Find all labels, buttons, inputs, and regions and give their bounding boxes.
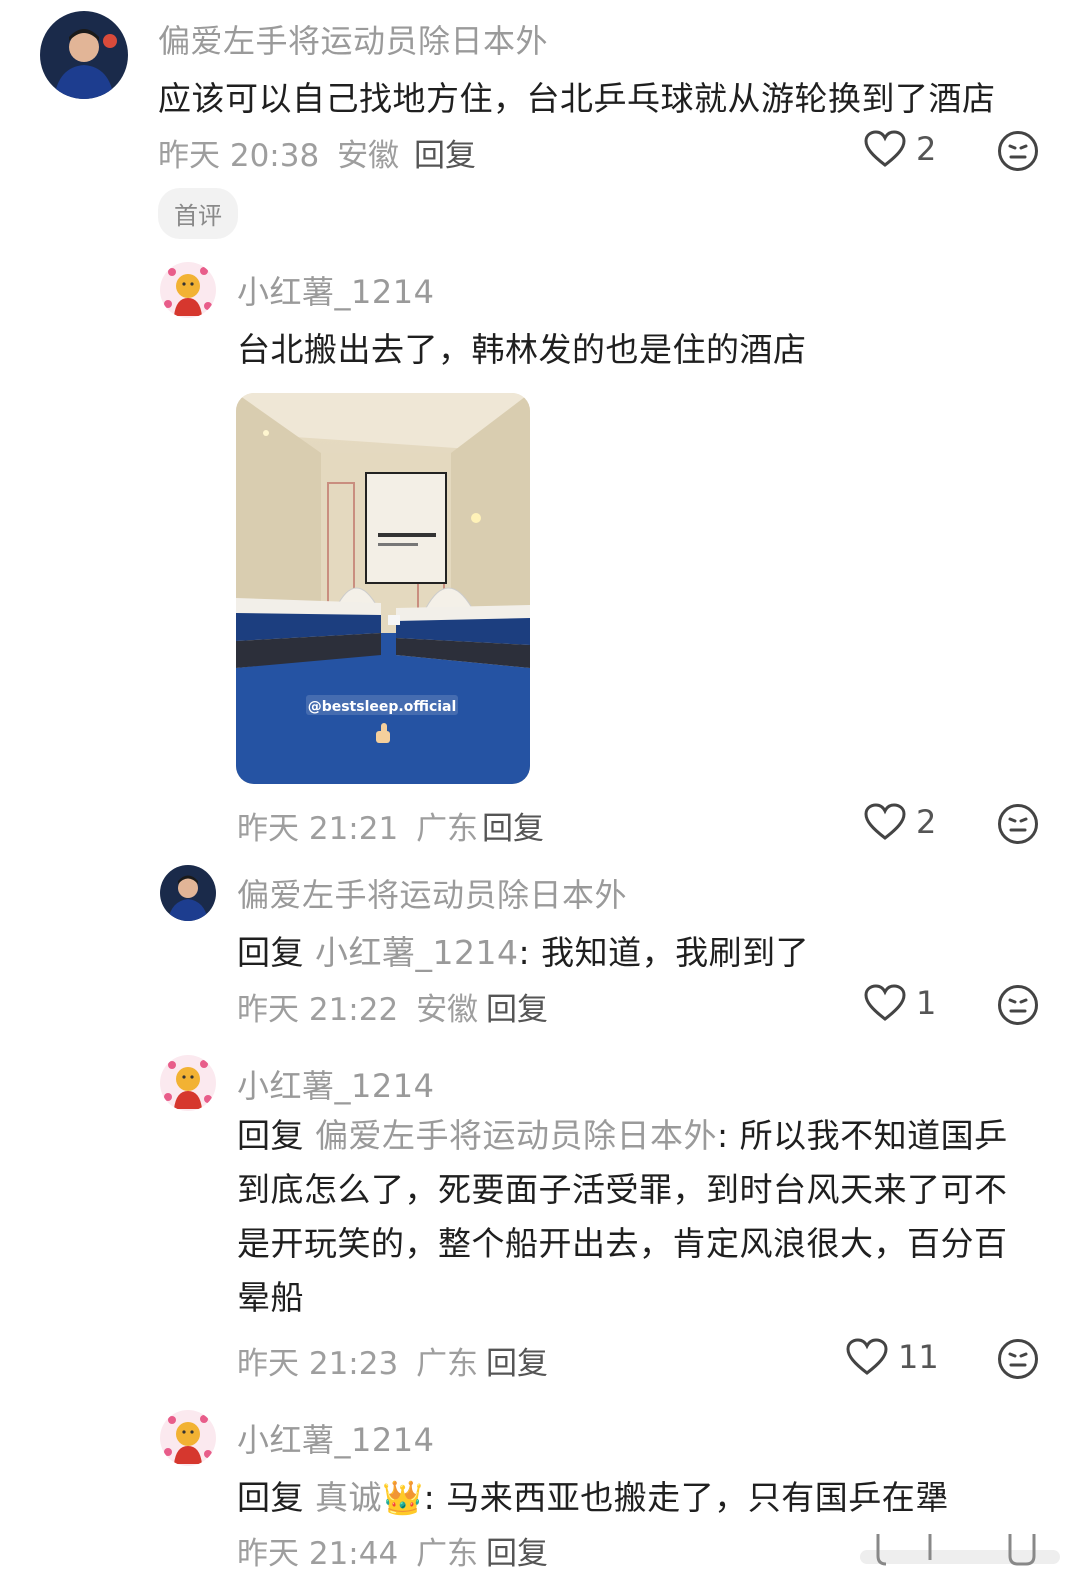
comment-location: 安徽 — [337, 138, 400, 174]
username[interactable]: 小红薯_1214 — [237, 1061, 434, 1107]
heart-outline-icon — [864, 984, 906, 1021]
comment-time: 昨天 21:22 — [237, 992, 399, 1028]
avatar[interactable] — [160, 865, 216, 921]
reply-button[interactable]: 回复 — [482, 803, 544, 848]
comment-text: 回复 真诚👑: 马来西亚也搬走了，只有国乒在犟 — [237, 1471, 949, 1519]
heart-outline-icon — [864, 130, 906, 167]
mention-link[interactable]: 真诚👑 — [315, 1478, 424, 1517]
reply-body: : 我知道，我刷到了 — [518, 933, 810, 972]
reply-body: : 马来西亚也搬走了，只有国乒在犟 — [423, 1478, 949, 1517]
neutral-face-icon[interactable] — [997, 984, 1039, 1026]
image-watermark: @bestsleep.official — [308, 699, 457, 715]
comment-meta: 昨天 21:22 安徽 — [237, 984, 478, 1029]
neutral-face-icon[interactable] — [997, 803, 1039, 845]
username[interactable]: 小红薯_1214 — [237, 1415, 434, 1461]
first-comment-badge: 首评 — [158, 188, 238, 239]
reply-button[interactable]: 回复 — [486, 1338, 548, 1383]
reply-prefix: 回复 — [237, 1478, 304, 1517]
mention-link[interactable]: 小红薯_1214 — [315, 933, 518, 972]
comment-text: 台北搬出去了，韩林发的也是住的酒店 — [237, 330, 807, 369]
comment-text: 回复 偏爱左手将运动员除日本外: 所以我不知道国乒到底怎么了，死要面子活受罪，到… — [237, 1109, 1027, 1325]
like-count: 2 — [916, 130, 937, 168]
avatar[interactable] — [160, 262, 216, 318]
comment-meta: 昨天 21:44 广东 — [237, 1528, 478, 1573]
neutral-face-icon[interactable] — [997, 1338, 1039, 1380]
username[interactable]: 偏爱左手将运动员除日本外 — [237, 870, 627, 916]
comment-location: 广东 — [416, 811, 479, 847]
like-count: 11 — [898, 1338, 939, 1376]
comment-time: 昨天 20:38 — [158, 138, 320, 174]
neutral-face-icon[interactable] — [997, 130, 1039, 172]
avatar[interactable] — [40, 11, 128, 99]
reply-prefix: 回复 — [237, 933, 304, 972]
like-count: 2 — [916, 803, 937, 841]
scroll-indicator-icon — [860, 1534, 1060, 1566]
comment-time: 昨天 21:21 — [237, 811, 399, 847]
reply-button[interactable]: 回复 — [486, 1528, 548, 1573]
avatar[interactable] — [160, 1055, 216, 1111]
comment-location: 广东 — [416, 1536, 479, 1572]
comment-meta: 昨天 20:38 安徽 — [158, 130, 399, 175]
mention-link[interactable]: 偏爱左手将运动员除日本外 — [315, 1116, 717, 1155]
heart-outline-icon — [846, 1338, 888, 1375]
comment-text: 回复 小红薯_1214: 我知道，我刷到了 — [237, 926, 809, 974]
comment-location: 安徽 — [416, 992, 479, 1028]
comment-location: 广东 — [416, 1346, 479, 1382]
username[interactable]: 小红薯_1214 — [237, 267, 434, 313]
like-count: 1 — [916, 984, 937, 1022]
like-button[interactable]: 11 — [846, 1338, 939, 1376]
comment-text: 应该可以自己找地方住，台北乒乓球就从游轮换到了酒店 — [158, 79, 996, 118]
like-button[interactable]: 2 — [864, 803, 936, 841]
comment-image[interactable]: @bestsleep.official — [236, 393, 530, 784]
comment-time: 昨天 21:23 — [237, 1346, 399, 1382]
reply-prefix: 回复 — [237, 1116, 304, 1155]
username[interactable]: 偏爱左手将运动员除日本外 — [158, 16, 548, 62]
reply-button[interactable]: 回复 — [486, 984, 548, 1029]
like-button[interactable]: 2 — [864, 130, 936, 168]
reply-button[interactable]: 回复 — [414, 130, 476, 175]
comment-meta: 昨天 21:21 广东 — [237, 803, 478, 848]
like-button[interactable]: 1 — [864, 984, 936, 1022]
heart-outline-icon — [864, 803, 906, 840]
avatar[interactable] — [160, 1410, 216, 1466]
comment-time: 昨天 21:44 — [237, 1536, 399, 1572]
comment-meta: 昨天 21:23 广东 — [237, 1338, 478, 1383]
